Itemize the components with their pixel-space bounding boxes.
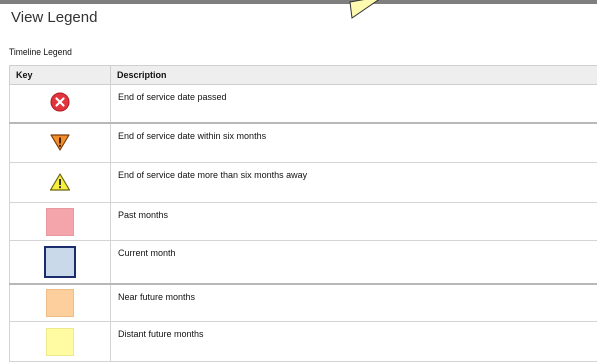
legend-table: Key Description End of service date pass… (9, 65, 597, 362)
warning-yellow-icon (49, 172, 71, 194)
legend-header-row: Key Description (10, 66, 597, 85)
dialog-title: View Legend (11, 9, 97, 26)
legend-description: End of service date more than six months… (111, 163, 597, 203)
legend-row-eos-within-six-months: End of service date within six months (10, 123, 597, 163)
legend-row-current-month: Current month (10, 241, 597, 284)
callout-pointer (348, 0, 384, 20)
legend-row-distant-future-months: Distant future months (10, 322, 597, 362)
legend-description: Distant future months (111, 322, 597, 362)
distant-future-months-swatch (46, 328, 74, 356)
legend-description: Near future months (111, 284, 597, 322)
error-circle-icon (50, 92, 70, 114)
legend-description: End of service date passed (111, 85, 597, 123)
column-header-key: Key (10, 66, 111, 85)
legend-row-eos-passed: End of service date passed (10, 85, 597, 123)
column-header-description: Description (111, 66, 597, 85)
legend-description: Current month (111, 241, 597, 284)
near-future-months-swatch (46, 289, 74, 317)
legend-row-near-future-months: Near future months (10, 284, 597, 322)
legend-description: End of service date within six months (111, 123, 597, 163)
legend-row-past-months: Past months (10, 203, 597, 241)
legend-row-eos-more-than-six-months: End of service date more than six months… (10, 163, 597, 203)
legend-description: Past months (111, 203, 597, 241)
past-months-swatch (46, 208, 74, 236)
dialog-top-border (0, 0, 597, 4)
section-label: Timeline Legend (9, 47, 72, 57)
warning-orange-icon (49, 132, 71, 154)
current-month-swatch (44, 246, 76, 278)
